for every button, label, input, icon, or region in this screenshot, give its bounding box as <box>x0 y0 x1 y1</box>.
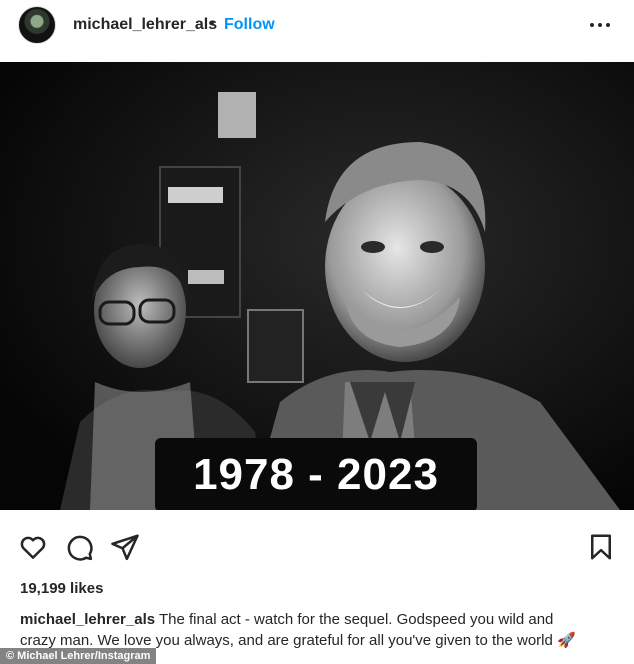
profile-avatar[interactable] <box>18 6 56 44</box>
more-options-icon[interactable] <box>586 12 614 36</box>
post-caption: michael_lehrer_als The final act - watch… <box>20 609 620 651</box>
caption-line-2: crazy man. We love you always, and are g… <box>20 632 553 649</box>
separator-dot: • <box>209 15 215 32</box>
paper-plane-icon[interactable] <box>110 532 140 562</box>
comment-icon[interactable] <box>64 532 94 562</box>
rocket-emoji: 🚀 <box>557 632 576 649</box>
date-overlay-text: 1978 - 2023 <box>193 450 439 499</box>
post-actions <box>0 528 634 564</box>
heart-icon[interactable] <box>18 532 48 562</box>
post-header: michael_lehrer_als • Follow <box>0 0 634 52</box>
post-username[interactable]: michael_lehrer_als <box>73 16 217 34</box>
bookmark-icon[interactable] <box>586 532 616 562</box>
caption-line-1: The final act - watch for the sequel. Go… <box>159 611 554 628</box>
post-photo[interactable]: 1978 - 2023 <box>0 62 634 510</box>
photo-credit: © Michael Lehrer/Instagram <box>0 648 157 664</box>
likes-count[interactable]: 19,199 likes <box>20 580 103 597</box>
follow-button[interactable]: Follow <box>224 16 275 34</box>
caption-username[interactable]: michael_lehrer_als <box>20 611 155 628</box>
